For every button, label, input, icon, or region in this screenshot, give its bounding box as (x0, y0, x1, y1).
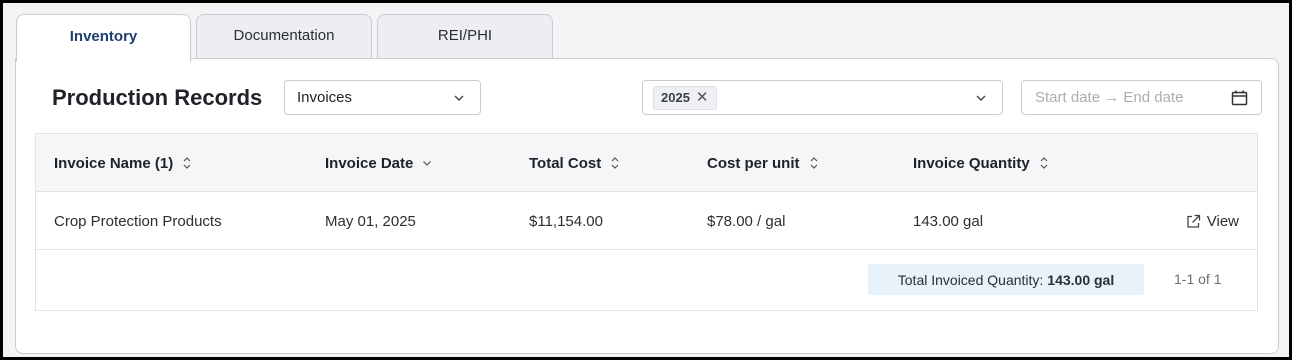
column-label: Invoice Date (325, 154, 414, 172)
tab-inventory[interactable]: Inventory (16, 14, 191, 62)
record-type-select[interactable]: Invoices (284, 80, 481, 115)
chevron-down-icon (976, 95, 986, 101)
year-filter-select[interactable]: 2025 ✕ (642, 80, 1003, 115)
sort-icon (183, 157, 191, 169)
column-header-cost-per-unit[interactable]: Cost per unit (707, 134, 819, 192)
column-header-invoice-name[interactable]: Invoice Name (1) (54, 134, 192, 192)
tab-rei-phi[interactable]: REI/PHI (377, 14, 553, 60)
tab-bar: Inventory Documentation REI/PHI (16, 14, 553, 62)
column-header-invoice-quantity[interactable]: Invoice Quantity (913, 134, 1049, 192)
cell-invoice-quantity: 143.00 gal (913, 212, 984, 230)
record-type-value: Invoices (297, 89, 353, 106)
calendar-icon (1231, 90, 1248, 106)
table-header: Invoice Name (1) Invoice Date Total Cost… (36, 134, 1257, 192)
sort-icon (1040, 157, 1048, 169)
external-link-icon (1187, 214, 1200, 228)
cell-cost-per-unit: $78.00 / gal (707, 212, 786, 230)
column-header-invoice-date[interactable]: Invoice Date (325, 134, 432, 192)
sort-icon (611, 157, 619, 169)
column-label: Invoice Quantity (913, 154, 1030, 172)
view-button[interactable]: View (1186, 192, 1239, 250)
date-range-placeholder: Start date → End date (1035, 89, 1184, 106)
column-label: Cost per unit (707, 154, 800, 172)
total-label: Total Invoiced Quantity: (897, 271, 1044, 288)
tab-documentation[interactable]: Documentation (196, 14, 372, 60)
column-header-total-cost[interactable]: Total Cost (529, 134, 620, 192)
year-chip-label: 2025 (661, 90, 690, 105)
chevron-down-icon (454, 95, 464, 101)
view-label: View (1206, 212, 1239, 230)
page-title: Production Records (52, 85, 263, 110)
cell-invoice-name: Crop Protection Products (54, 212, 222, 230)
column-label: Invoice Name (1) (54, 154, 174, 172)
sort-desc-icon (423, 161, 432, 166)
total-value: 143.00 gal (1047, 271, 1115, 288)
app-frame: Inventory Documentation REI/PHI Producti… (3, 3, 1289, 357)
cell-total-cost: $11,154.00 (529, 212, 603, 230)
column-label: Total Cost (529, 154, 602, 172)
close-icon[interactable]: ✕ (696, 90, 709, 105)
sort-icon (810, 157, 817, 169)
date-range-picker[interactable]: Start date → End date (1021, 80, 1262, 115)
inventory-panel: Production Records Invoices 2025 ✕ Start… (15, 58, 1279, 354)
table-row: Crop Protection Products May 01, 2025 $1… (36, 192, 1257, 250)
total-invoiced-quantity: Total Invoiced Quantity: 143.00 gal (868, 264, 1144, 295)
pagination-info: 1-1 of 1 (1174, 271, 1222, 287)
cell-invoice-date: May 01, 2025 (325, 212, 416, 230)
year-chip: 2025 ✕ (653, 85, 717, 110)
invoice-table: Invoice Name (1) Invoice Date Total Cost… (35, 133, 1258, 311)
